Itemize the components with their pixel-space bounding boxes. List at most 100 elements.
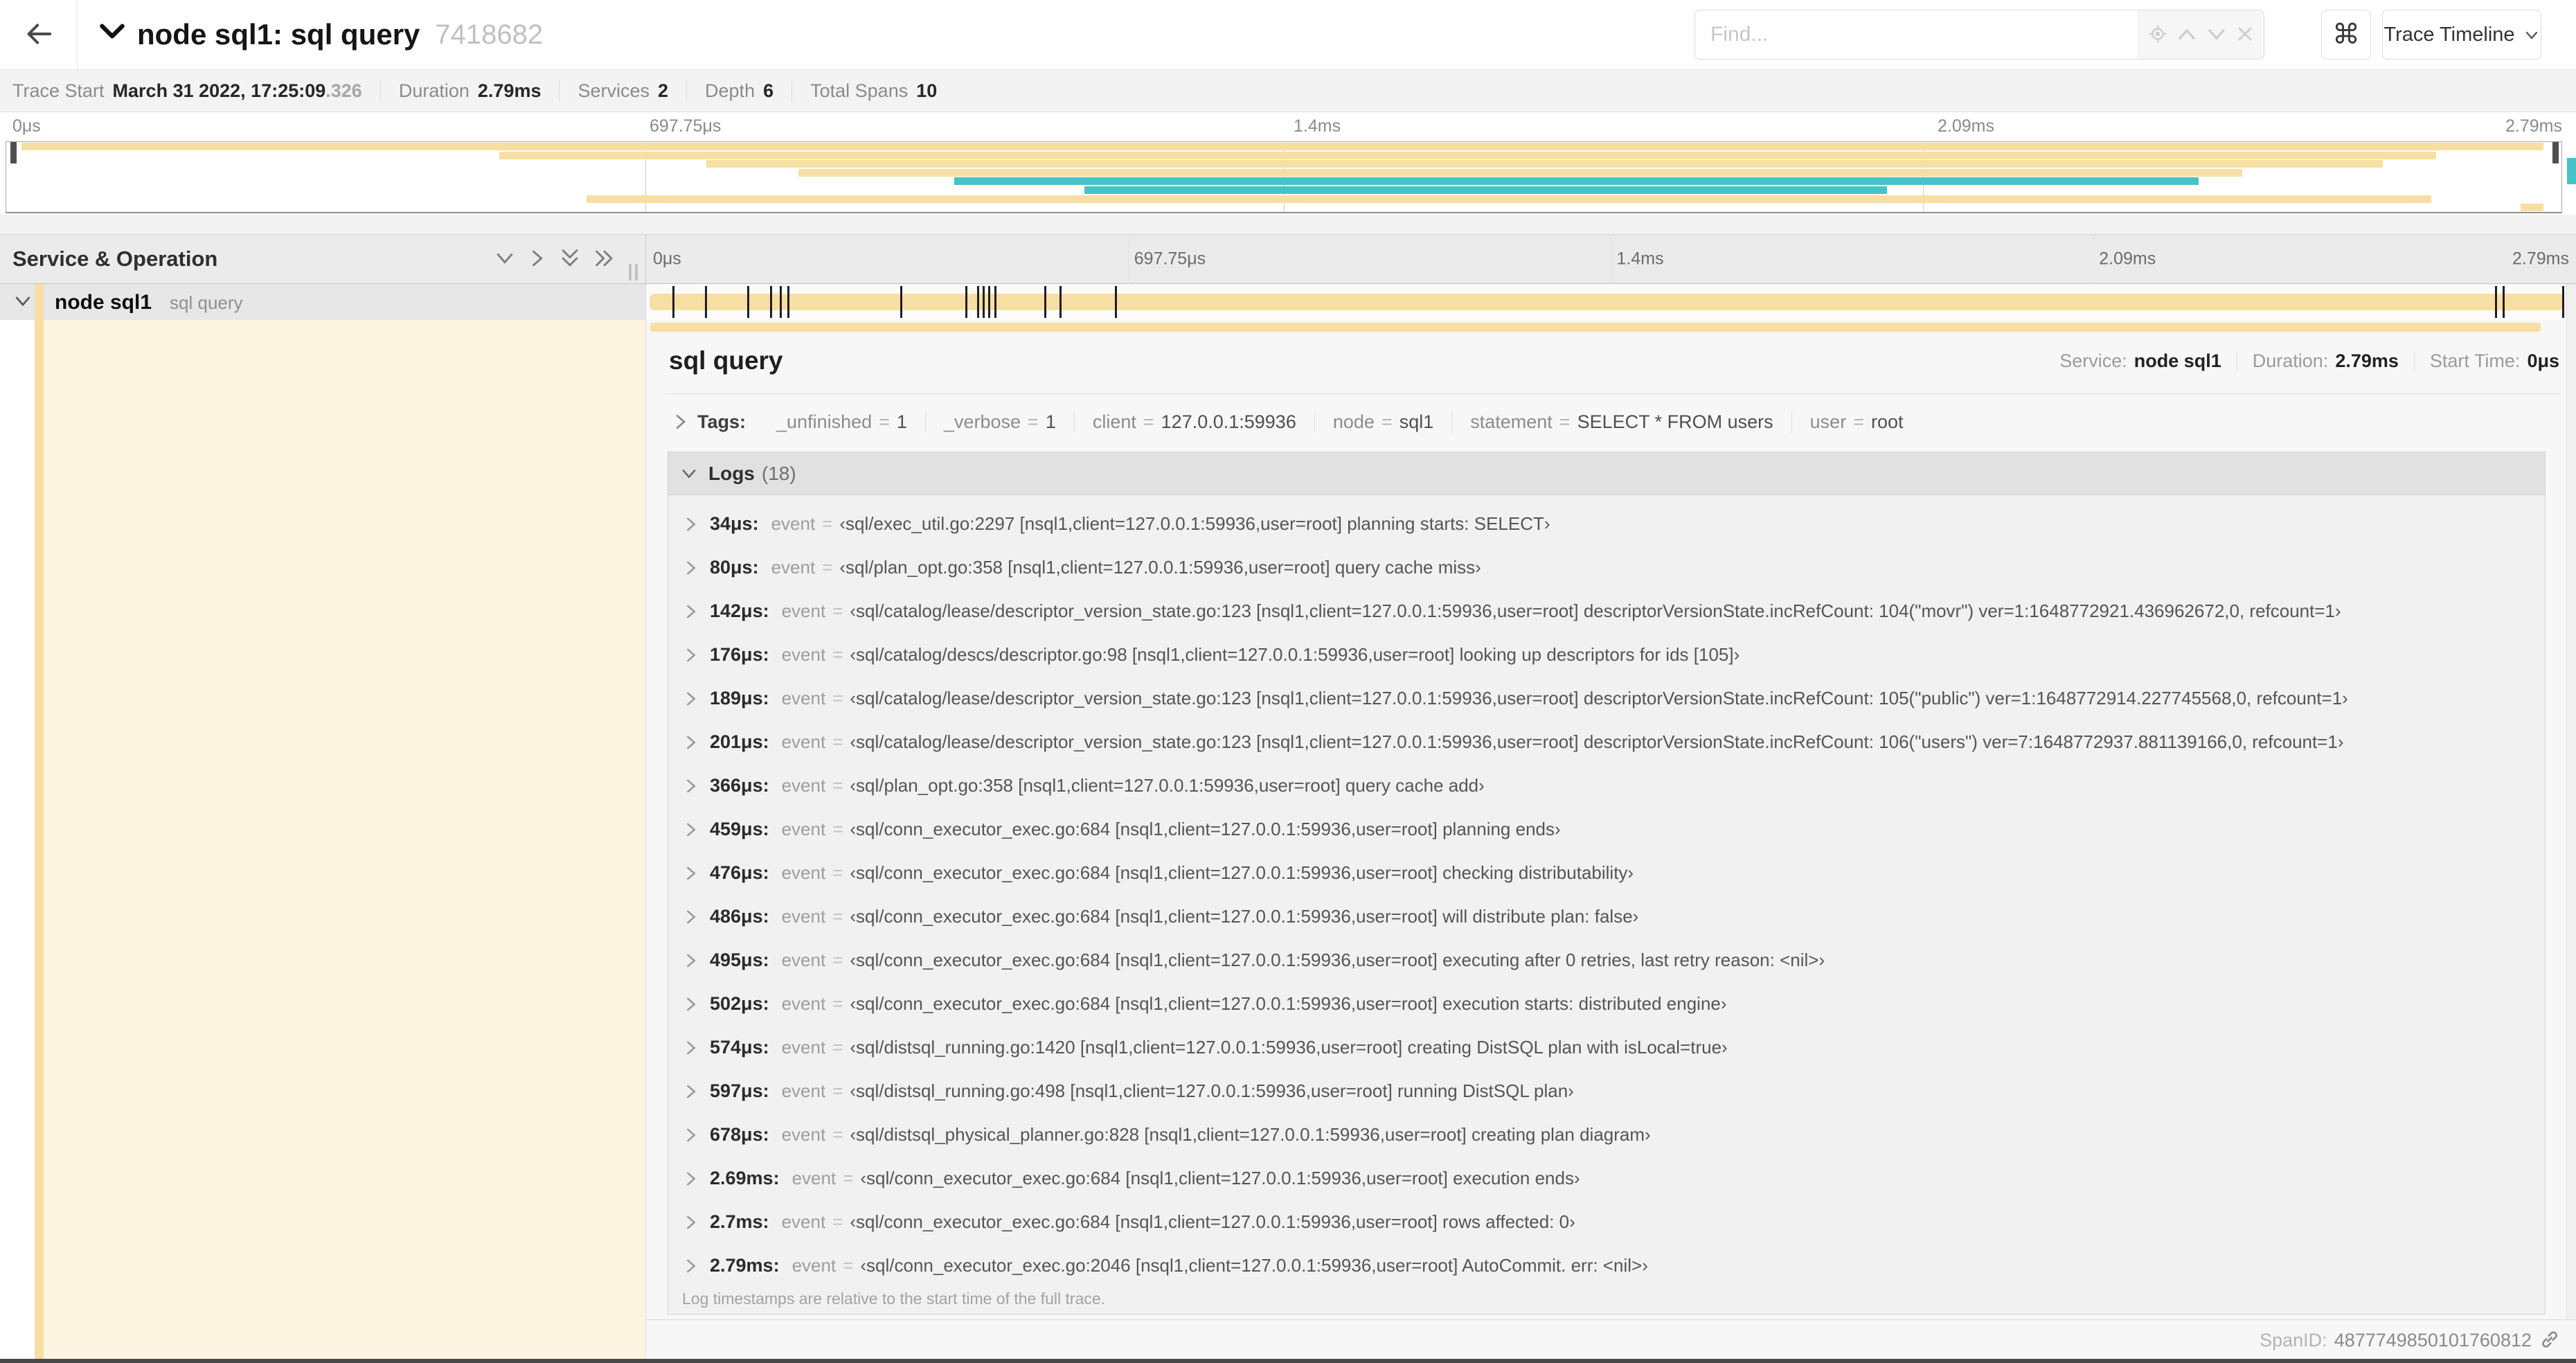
log-expand-chevron-icon[interactable]: [683, 1082, 699, 1101]
find-input[interactable]: [1695, 10, 2138, 59]
log-entry-row[interactable]: 2.79ms: event = ‹sql/conn_executor_exec.go:…: [668, 1244, 2545, 1288]
log-expand-chevron-icon[interactable]: [683, 776, 699, 796]
log-entry-row[interactable]: 2.7ms: event = ‹sql/conn_executor_exec.go:6…: [668, 1200, 2545, 1244]
summary-label: Depth: [705, 80, 755, 101]
log-entry-row[interactable]: 459μs: event = ‹sql/conn_executor_exec.go:6…: [668, 808, 2545, 851]
log-field-name: event: [771, 557, 816, 578]
log-equals: =: [832, 1037, 843, 1058]
copy-span-link-button[interactable]: [2539, 1328, 2561, 1353]
minimap-span-bar: [586, 195, 2431, 203]
span-collapse-chevron[interactable]: [12, 293, 33, 312]
page-scrollbar-track[interactable]: [2566, 284, 2576, 1319]
span-overview: Service: node sql1 Duration: 2.79ms Start Ti…: [2059, 350, 2559, 372]
log-entry-row[interactable]: 574μs: event = ‹sql/distsql_running.go:1420…: [668, 1026, 2545, 1069]
log-equals: =: [832, 862, 843, 883]
minimap-scrub-handle-right[interactable]: [2552, 142, 2559, 163]
tag-key: node: [1332, 411, 1375, 432]
tag-equals: =: [879, 411, 890, 432]
log-entry-row[interactable]: 34μs: event = ‹sql/exec_util.go:2297 [nsql1…: [668, 502, 2545, 546]
keyboard-shortcuts-button[interactable]: ⌘: [2321, 10, 2371, 60]
detail-left-margin: [0, 320, 35, 1359]
log-entry-row[interactable]: 2.69ms: event = ‹sql/conn_executor_exec.go:…: [668, 1157, 2545, 1200]
log-entry-row[interactable]: 486μs: event = ‹sql/conn_executor_exec.go:6…: [668, 895, 2545, 938]
minimap-tick-label: 2.79ms: [2505, 116, 2562, 136]
log-field-name: event: [781, 1080, 826, 1101]
log-expand-chevron-icon[interactable]: [683, 820, 699, 839]
find-controls: [2138, 10, 2264, 59]
next-result-button[interactable]: [2206, 25, 2227, 45]
detail-left-highlight: [44, 320, 645, 1359]
detail-span-bar[interactable]: [650, 323, 2541, 332]
log-entry-row[interactable]: 476μs: event = ‹sql/conn_executor_exec.go:6…: [668, 851, 2545, 895]
log-expand-chevron-icon[interactable]: [683, 689, 699, 709]
summary-value: 2.79ms: [477, 80, 542, 101]
span-duration-bar[interactable]: [650, 294, 2564, 310]
minimap-tick-labels: 0μs 697.75μs 1.4ms 2.09ms 2.79ms: [0, 113, 2576, 141]
timeline-minimap[interactable]: [6, 141, 2562, 213]
log-entry-row[interactable]: 176μs: event = ‹sql/catalog/descs/descripto…: [668, 633, 2545, 677]
span-row-node-sql1[interactable]: node sql1 sql query: [0, 284, 2576, 320]
span-detail-panel: sql query Service: node sql1 Duration: 2.79…: [645, 320, 2576, 1359]
log-entry-row[interactable]: 80μs: event = ‹sql/plan_opt.go:358 [nsql1,c…: [668, 546, 2545, 589]
log-entry-row[interactable]: 201μs: event = ‹sql/catalog/lease/descripto…: [668, 720, 2545, 764]
log-equals: =: [832, 950, 843, 970]
log-marker-tick: [965, 286, 968, 318]
log-value: ‹sql/plan_opt.go:358 [nsql1,client=127.0…: [850, 775, 1485, 796]
log-value: ‹sql/conn_executor_exec.go:684 [nsql1,cl…: [850, 862, 1634, 883]
log-expand-chevron-icon[interactable]: [683, 645, 699, 665]
log-marker-tick: [976, 286, 979, 318]
log-marker-tick: [1059, 286, 1062, 318]
ruler-tick-label: 1.4ms: [1616, 249, 1664, 269]
log-entry-row[interactable]: 678μs: event = ‹sql/distsql_physical_planne…: [668, 1113, 2545, 1157]
prev-result-button[interactable]: [2176, 25, 2197, 45]
log-expand-chevron-icon[interactable]: [683, 1125, 699, 1145]
span-bar-cell[interactable]: [645, 284, 2576, 320]
overview-label: Duration:: [2252, 350, 2329, 371]
log-field-name: event: [781, 600, 826, 621]
log-expand-chevron-icon[interactable]: [683, 995, 699, 1014]
log-expand-chevron-icon[interactable]: [683, 558, 699, 578]
clear-find-button[interactable]: [2235, 24, 2255, 46]
log-expand-chevron-icon[interactable]: [683, 1038, 699, 1058]
log-entry-row[interactable]: 502μs: event = ‹sql/conn_executor_exec.go:6…: [668, 982, 2545, 1026]
tag-list: _unfinished = 1 _verbose = 1 client = 127.0.0.1:…: [758, 411, 1921, 433]
view-selector-button[interactable]: Trace Timeline: [2382, 10, 2541, 60]
log-entry-row[interactable]: 597μs: event = ‹sql/distsql_running.go:498 …: [668, 1069, 2545, 1113]
log-entry-row[interactable]: 189μs: event = ‹sql/catalog/lease/descripto…: [668, 677, 2545, 720]
minimap-scrub-handle-left[interactable]: [10, 142, 17, 163]
log-expand-chevron-icon[interactable]: [683, 864, 699, 883]
minimap-edge-teal-fragment: [2567, 158, 2576, 184]
back-button[interactable]: [0, 0, 78, 69]
log-expand-chevron-icon[interactable]: [683, 1256, 699, 1276]
log-marker-tick: [787, 286, 790, 318]
log-expand-chevron-icon[interactable]: [683, 907, 699, 927]
log-field-name: event: [781, 775, 826, 796]
log-expand-chevron-icon[interactable]: [683, 515, 699, 534]
log-field-name: event: [791, 1168, 837, 1188]
collapse-one-button[interactable]: [493, 249, 517, 270]
expand-all-button[interactable]: [593, 247, 616, 272]
tags-row[interactable]: Tags: _unfinished = 1 _verbose = 1 client = 127.…: [672, 404, 1922, 439]
span-row-name-cell[interactable]: node sql1 sql query: [0, 284, 645, 320]
column-resize-handle[interactable]: [629, 264, 638, 280]
log-field-name: event: [781, 731, 826, 752]
log-equals: =: [843, 1255, 854, 1276]
log-expand-chevron-icon[interactable]: [683, 1213, 699, 1232]
log-expand-chevron-icon[interactable]: [683, 733, 699, 752]
expand-one-button[interactable]: [528, 247, 547, 272]
tag-value: root: [1870, 411, 1904, 432]
log-entry-row[interactable]: 495μs: event = ‹sql/conn_executor_exec.go:6…: [668, 938, 2545, 982]
locate-match-button[interactable]: [2147, 24, 2168, 46]
log-entry-row[interactable]: 142μs: event = ‹sql/catalog/lease/descripto…: [668, 589, 2545, 633]
log-expand-chevron-icon[interactable]: [683, 951, 699, 970]
logs-collapse-chevron[interactable]: [679, 465, 699, 482]
trace-collapse-chevron-icon[interactable]: [97, 21, 127, 45]
tag-item: _verbose = 1: [924, 411, 1074, 433]
log-expand-chevron-icon[interactable]: [683, 1169, 699, 1188]
log-expand-chevron-icon[interactable]: [683, 602, 699, 621]
logs-header[interactable]: Logs (18): [668, 452, 2545, 495]
log-entry-row[interactable]: 366μs: event = ‹sql/plan_opt.go:358 [nsql1,…: [668, 764, 2545, 808]
tags-expand-chevron[interactable]: [672, 411, 689, 432]
summary-value: March 31 2022, 17:25:09: [112, 80, 326, 101]
collapse-all-button[interactable]: [558, 247, 582, 272]
